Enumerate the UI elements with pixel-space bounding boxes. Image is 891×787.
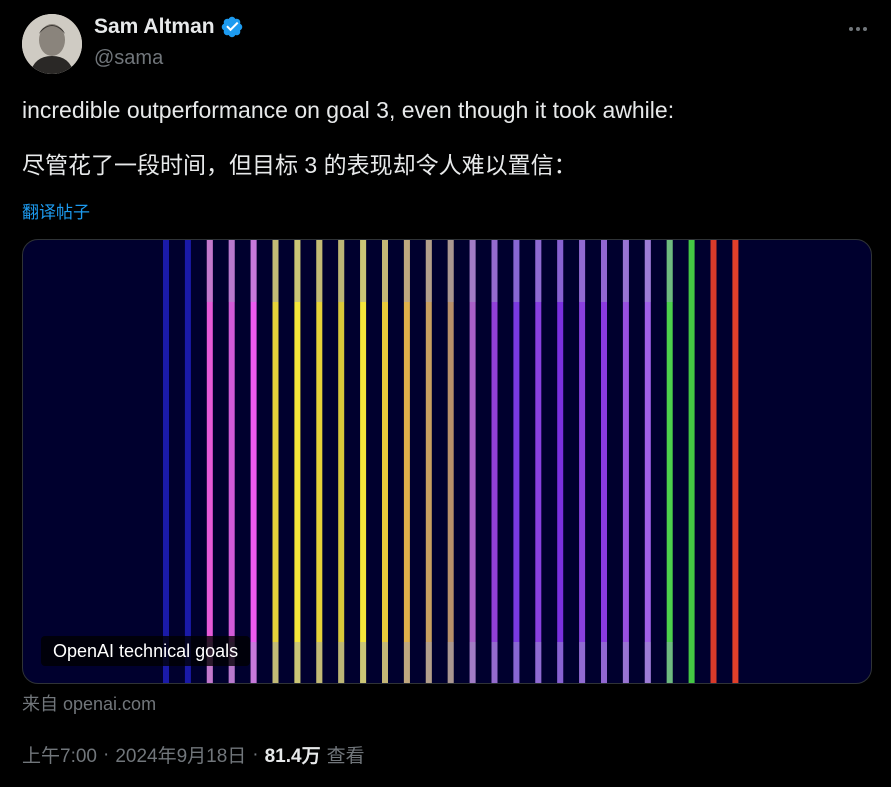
tweet-text-zh: 尽管花了一段时间，但目标 3 的表现却令人难以置信：	[22, 152, 577, 178]
stripe-band	[601, 642, 607, 683]
stripe	[469, 240, 476, 683]
stripe-band	[666, 642, 673, 683]
stripe-band	[513, 240, 520, 302]
stripe	[184, 240, 191, 683]
stripe-band	[557, 642, 564, 683]
stripe-band	[469, 240, 476, 302]
stripe	[316, 240, 323, 683]
tweet-text-en: incredible outperformance on goal 3, eve…	[22, 97, 675, 123]
stripe-band	[294, 240, 301, 302]
stripe-band	[250, 642, 257, 683]
stripe	[403, 240, 410, 683]
stripe-band	[491, 642, 498, 683]
author-name[interactable]: Sam Altman	[94, 15, 215, 39]
stripe	[732, 240, 739, 683]
stripe-band	[382, 240, 388, 302]
stripe-band	[360, 240, 367, 302]
stripe	[491, 240, 498, 683]
stripe-band	[491, 240, 498, 302]
stripe-band	[206, 240, 213, 302]
tweet-time[interactable]: 上午7:00	[22, 741, 97, 768]
stripe	[206, 240, 213, 683]
avatar-image	[22, 14, 82, 74]
views-label: 查看	[326, 746, 365, 767]
stripe	[666, 240, 673, 683]
stripe	[688, 240, 695, 683]
stripe-band	[579, 642, 586, 683]
stripe-band	[447, 240, 454, 302]
stripe	[447, 240, 454, 683]
stripe	[535, 240, 542, 683]
link-card[interactable]: OpenAI technical goals	[22, 239, 872, 684]
stripe-band	[272, 642, 279, 683]
stripe	[425, 240, 432, 683]
stripe-band	[316, 240, 323, 302]
author-row: Sam Altman	[94, 15, 244, 39]
stripe-band	[644, 240, 651, 302]
stripe	[228, 240, 235, 683]
tweet-meta: 上午7:00 · 2024年9月18日 · 81.4万 查看	[22, 741, 365, 768]
stripe	[644, 240, 651, 683]
stripe-band	[535, 240, 542, 302]
stripe	[272, 240, 279, 683]
stripe-band	[338, 642, 345, 683]
stripe-band	[425, 240, 432, 302]
avatar[interactable]	[22, 14, 82, 74]
stripe	[360, 240, 367, 683]
author-handle[interactable]: @sama	[94, 47, 163, 70]
goals-stripes-image	[163, 240, 739, 683]
stripe-band	[228, 240, 235, 302]
stripe-band	[316, 642, 323, 683]
stripe	[622, 240, 629, 683]
meta-separator: ·	[102, 743, 110, 765]
stripe	[557, 240, 564, 683]
more-options-icon[interactable]	[843, 14, 873, 44]
stripe-band	[360, 642, 367, 683]
verified-badge-icon	[221, 16, 242, 38]
stripe-band	[425, 642, 432, 683]
stripe	[338, 240, 345, 683]
stripe-band	[666, 240, 673, 302]
stripe-band	[403, 240, 410, 302]
meta-separator: ·	[252, 743, 259, 765]
stripe-band	[644, 642, 651, 683]
stripe-band	[382, 642, 388, 683]
stripe-band	[250, 240, 257, 302]
stripe-band	[622, 240, 629, 302]
card-source[interactable]: 来自 openai.com	[22, 690, 156, 716]
stripe	[382, 240, 388, 683]
card-title-label: OpenAI technical goals	[41, 636, 251, 666]
stripe-band	[601, 240, 607, 302]
stripe	[250, 240, 257, 683]
stripe-band	[557, 240, 564, 302]
stripe	[294, 240, 301, 683]
stripe-band	[622, 642, 629, 683]
stripe	[579, 240, 586, 683]
stripe	[601, 240, 607, 683]
stripe-band	[535, 642, 542, 683]
stripe-band	[579, 240, 586, 302]
stripe	[163, 240, 169, 683]
stripe	[710, 240, 717, 683]
stripe-band	[338, 240, 345, 302]
translate-post-link[interactable]: 翻译帖子	[22, 198, 90, 223]
stripe-band	[513, 642, 520, 683]
tweet-date[interactable]: 2024年9月18日	[115, 741, 246, 768]
stripe-band	[272, 240, 279, 302]
stripe-band	[469, 642, 476, 683]
stripe-band	[403, 642, 410, 683]
stripe	[513, 240, 520, 683]
stripe-band	[294, 642, 301, 683]
views-count: 81.4万	[264, 746, 321, 767]
stripe-band	[447, 642, 454, 683]
